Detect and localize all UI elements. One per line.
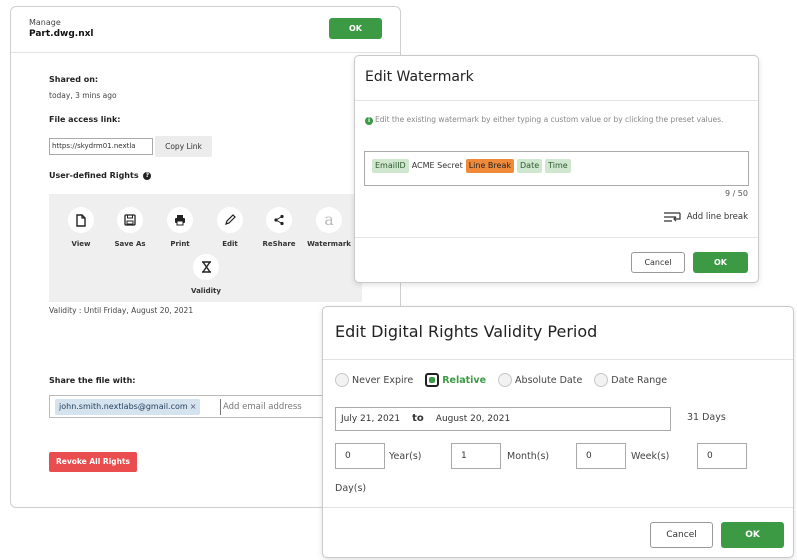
manage-header: Manage Part.dwg.nxl OK <box>11 7 400 53</box>
right-label: Validity <box>191 287 221 295</box>
right-label: Watermark <box>307 240 351 248</box>
radio-button[interactable] <box>335 373 349 387</box>
divider <box>355 237 758 238</box>
watermark-dialog-title: Edit Watermark <box>365 69 474 85</box>
days-input[interactable]: 0 <box>697 443 747 469</box>
weeks-label: Week(s) <box>631 451 670 462</box>
watermark-tokens: EmailID ACME Secret Line Break Date Time <box>372 159 571 173</box>
end-date: August 20, 2021 <box>435 414 511 424</box>
rights-title-text: User-defined Rights <box>49 171 139 180</box>
years-label: Year(s) <box>389 451 422 462</box>
option-label: Relative <box>442 374 487 386</box>
edit-watermark-dialog: Edit Watermark i Edit the existing waterm… <box>354 55 759 283</box>
validity-dialog-title: Edit Digital Rights Validity Period <box>335 322 598 341</box>
option-label: Never Expire <box>352 374 414 386</box>
hourglass-icon <box>201 261 211 273</box>
right-print[interactable]: Print <box>156 207 204 248</box>
watermark-info-text: Edit the existing watermark by either ty… <box>375 115 724 124</box>
radio-button[interactable] <box>498 373 513 387</box>
months-input[interactable]: 1 <box>451 443 501 469</box>
right-save-as[interactable]: Save As <box>106 207 154 248</box>
email-chip-text: john.smith.nextlabs@gmail.com <box>59 402 188 411</box>
file-access-link-field[interactable]: https://skydrm01.nextla <box>49 138 153 155</box>
share-icon <box>274 214 284 226</box>
watermark-icon: a <box>324 210 334 229</box>
watermark-ok-button[interactable]: OK <box>693 252 748 273</box>
token-time[interactable]: Time <box>545 159 571 173</box>
edit-validity-dialog: Edit Digital Rights Validity Period Neve… <box>322 306 794 558</box>
shared-on-value: today, 3 mins ago <box>49 91 117 100</box>
shared-on-title: Shared on: <box>49 75 99 84</box>
watermark-editor[interactable]: EmailID ACME Secret Line Break Date Time <box>364 151 749 186</box>
file-icon <box>76 213 86 227</box>
divider <box>323 507 793 508</box>
token-date[interactable]: Date <box>517 159 543 173</box>
token-emailid[interactable]: EmailID <box>372 159 409 173</box>
line-break-icon <box>663 212 681 222</box>
right-validity[interactable]: Validity <box>182 254 230 295</box>
start-date: July 21, 2021 <box>341 414 401 424</box>
printer-icon <box>175 215 185 226</box>
revoke-all-rights-button[interactable]: Revoke All Rights <box>49 452 137 472</box>
watermark-cancel-button[interactable]: Cancel <box>631 252 685 273</box>
add-line-break-label: Add line break <box>686 212 748 222</box>
option-never-expire[interactable]: Never Expire <box>335 373 413 387</box>
share-email-input[interactable]: john.smith.nextlabs@gmail.com × Add email… <box>49 395 354 418</box>
option-absolute-date[interactable]: Absolute Date <box>498 373 582 387</box>
to-label: to <box>412 413 424 424</box>
rights-title: User-defined Rights ? <box>49 171 152 180</box>
days-count: 31 Days <box>687 412 726 423</box>
right-label: ReShare <box>262 240 296 248</box>
rights-panel: View Save As Print Edit ReShare a Waterm… <box>49 194 362 302</box>
validity-cancel-button[interactable]: Cancel <box>650 522 713 548</box>
right-reshare[interactable]: ReShare <box>255 207 303 248</box>
add-line-break-button[interactable]: Add line break <box>663 211 748 223</box>
validity-options: Never Expire Relative Absolute Date Date… <box>335 373 679 387</box>
email-chip: john.smith.nextlabs@gmail.com × <box>55 399 201 415</box>
info-icon: i <box>365 117 373 125</box>
radio-button[interactable] <box>594 373 609 387</box>
manage-ok-button[interactable]: OK <box>329 18 382 39</box>
option-date-range[interactable]: Date Range <box>594 373 667 387</box>
chip-remove-icon[interactable]: × <box>190 402 197 411</box>
file-name: Part.dwg.nxl <box>29 29 94 39</box>
right-watermark[interactable]: a Watermark <box>305 207 353 248</box>
validity-text: Validity : Until Friday, August 20, 2021 <box>49 306 194 315</box>
radio-button[interactable] <box>425 373 440 387</box>
option-relative[interactable]: Relative <box>425 373 486 387</box>
char-count: 9 / 50 <box>724 189 748 198</box>
right-view[interactable]: View <box>57 207 105 248</box>
share-title: Share the file with: <box>49 376 136 385</box>
share-placeholder[interactable]: Add email address <box>220 399 302 415</box>
save-icon <box>124 214 136 226</box>
help-icon[interactable]: ? <box>143 171 152 180</box>
weeks-input[interactable]: 0 <box>576 443 626 469</box>
days-label: Day(s) <box>335 483 367 494</box>
right-edit[interactable]: Edit <box>206 207 254 248</box>
right-label: Save As <box>114 240 146 248</box>
token-line-break[interactable]: Line Break <box>465 159 514 173</box>
years-input[interactable]: 0 <box>335 443 385 469</box>
right-label: Edit <box>222 240 238 248</box>
file-access-title: File access link: <box>49 115 121 124</box>
date-range-field[interactable]: July 21, 2021 to August 20, 2021 <box>335 407 671 431</box>
token-custom-text[interactable]: ACME Secret <box>412 159 463 173</box>
months-label: Month(s) <box>507 451 550 462</box>
pencil-icon <box>225 214 236 225</box>
right-label: Print <box>170 240 190 248</box>
option-label: Absolute Date <box>515 374 583 386</box>
watermark-info: i Edit the existing watermark by either t… <box>365 113 750 126</box>
manage-label: Manage <box>29 18 61 27</box>
validity-ok-button[interactable]: OK <box>721 522 784 548</box>
option-label: Date Range <box>611 374 668 386</box>
copy-link-button[interactable]: Copy Link <box>155 136 212 157</box>
divider <box>355 100 758 101</box>
right-label: View <box>71 240 91 248</box>
divider <box>323 359 793 360</box>
